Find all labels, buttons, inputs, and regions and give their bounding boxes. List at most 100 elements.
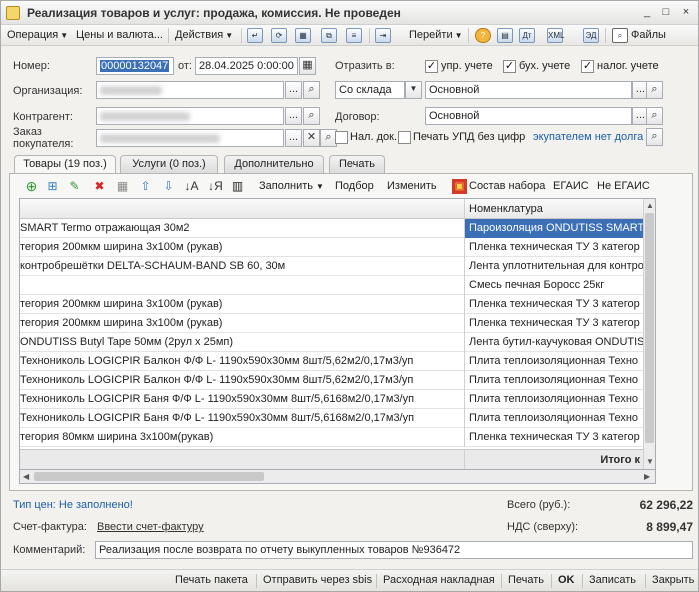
column-header-description[interactable] xyxy=(20,199,464,219)
row-nomenclature-cell[interactable]: Лента уплотнительная для контро xyxy=(464,257,644,276)
row-nomenclature-cell[interactable]: Пленка техническая ТУ 3 категор xyxy=(464,295,644,314)
table-row[interactable]: тегория 80мкм ширина 3х100м(рукав) Пленка… xyxy=(20,428,644,447)
invoice-link[interactable]: Ввести счет-фактуру xyxy=(97,521,204,533)
row-nomenclature-cell[interactable]: Пленка техническая ТУ 3 категор xyxy=(464,238,644,257)
comment-field[interactable]: Реализация после возврата по отчету выку… xyxy=(95,541,693,559)
debt-open-button[interactable]: ⌕ xyxy=(646,128,663,146)
contractor-field[interactable] xyxy=(96,107,284,125)
move-down-icon[interactable]: ⇩ xyxy=(161,179,176,194)
row-description-cell[interactable]: Технониколь LOGICPIR Балкон Ф/Ф L- 1190х… xyxy=(20,352,464,371)
add-icon[interactable]: ⊕ xyxy=(24,179,39,194)
table-row[interactable]: SMART Termo отражающая 30м2 Пароизоляция … xyxy=(20,219,644,238)
print-package-button[interactable]: Печать пакета xyxy=(175,574,248,586)
tab-additional[interactable]: Дополнительно xyxy=(224,155,324,173)
nal-doc-checkbox[interactable] xyxy=(335,131,348,144)
row-description-cell[interactable]: контробрешётки DELTA-SCHAUM-BAND SB 60, … xyxy=(20,257,464,276)
help-icon[interactable]: ? xyxy=(475,28,491,43)
row-description-cell[interactable]: тегория 200мкм ширина 3х100м (рукав) xyxy=(20,314,464,333)
table-row[interactable]: контробрешётки DELTA-SCHAUM-BAND SB 60, … xyxy=(20,257,644,276)
order-select-button[interactable]: ... xyxy=(285,129,302,147)
move-up-icon[interactable]: ⇧ xyxy=(138,179,153,194)
print-upd-checkbox[interactable] xyxy=(398,131,411,144)
set-composition-button[interactable]: Состав набора xyxy=(469,180,545,192)
pick-button[interactable]: Подбор xyxy=(335,180,374,192)
warehouse-mode-field[interactable]: Со склада xyxy=(335,81,405,99)
number-field[interactable]: 00000132047 xyxy=(96,57,174,75)
post-icon[interactable]: ↵ xyxy=(247,28,263,43)
sort-desc-icon[interactable]: ↓Я xyxy=(208,179,223,194)
row-description-cell[interactable]: Технониколь LOGICPIR Баня Ф/Ф L- 1190х59… xyxy=(20,409,464,428)
table-row[interactable]: Технониколь LOGICPIR Балкон Ф/Ф L- 1190х… xyxy=(20,352,644,371)
order-clear-button[interactable]: ✕ xyxy=(303,129,320,147)
row-nomenclature-cell[interactable]: Плита теплоизоляционная Техно xyxy=(464,352,644,371)
close-button[interactable]: Закрыть xyxy=(652,574,694,586)
table-row[interactable]: Смесь печная Боросс 25кг xyxy=(20,276,644,295)
row-description-cell[interactable]: Технониколь LOGICPIR Балкон Ф/Ф L- 1190х… xyxy=(20,371,464,390)
print-button[interactable]: Печать xyxy=(508,574,544,586)
nalog-checkbox[interactable]: ✓ xyxy=(581,60,594,73)
egais-button[interactable]: ЕГАИС xyxy=(553,180,589,192)
contractor-select-button[interactable]: ... xyxy=(285,107,302,125)
edit-icon[interactable]: ✎ xyxy=(67,179,82,194)
row-nomenclature-cell[interactable]: Пленка техническая ТУ 3 категор xyxy=(464,428,644,447)
tab-print[interactable]: Печать xyxy=(329,155,385,173)
table-row[interactable]: тегория 200мкм ширина 3х100м (рукав) Плен… xyxy=(20,295,644,314)
table-row[interactable]: Технониколь LOGICPIR Баня Ф/Ф L- 1190х59… xyxy=(20,409,644,428)
vertical-scrollbar[interactable]: ▲ ▼ xyxy=(643,199,655,469)
upr-checkbox[interactable]: ✓ xyxy=(425,60,438,73)
structure-icon[interactable]: ≡ xyxy=(346,28,362,43)
sort-asc-icon[interactable]: ↓A xyxy=(184,179,199,194)
table-row[interactable]: тегория 200мкм ширина 3х100м (рукав) Плен… xyxy=(20,238,644,257)
not-egais-button[interactable]: Не ЕГАИС xyxy=(597,180,650,192)
date-field[interactable]: 28.04.2025 0:00:00 xyxy=(195,57,298,75)
horizontal-scrollbar[interactable]: ◀ ▶ xyxy=(19,470,656,484)
minimize-button[interactable]: _ xyxy=(638,4,656,21)
contractor-open-button[interactable]: ⌕ xyxy=(303,107,320,125)
maximize-button[interactable]: □ xyxy=(657,4,675,21)
waybill-button[interactable]: Расходная накладная xyxy=(383,574,495,586)
table-row[interactable]: Технониколь LOGICPIR Балкон Ф/Ф L- 1190х… xyxy=(20,371,644,390)
order-field[interactable] xyxy=(96,129,284,147)
send-sbis-button[interactable]: Отправить через sbis xyxy=(263,574,372,586)
row-description-cell[interactable]: тегория 80мкм ширина 3х100м(рукав) xyxy=(20,428,464,447)
close-window-button[interactable]: × xyxy=(677,4,695,21)
warehouse-mode-dropdown[interactable]: ▼ xyxy=(405,81,422,99)
row-nomenclature-cell[interactable]: Смесь печная Боросс 25кг xyxy=(464,276,644,295)
warehouse-field[interactable]: Основной xyxy=(425,81,632,99)
warehouse-open-button[interactable]: ⌕ xyxy=(646,81,663,99)
organization-open-button[interactable]: ⌕ xyxy=(303,81,320,99)
row-nomenclature-cell[interactable]: Плита теплоизоляционная Техно xyxy=(464,409,644,428)
row-nomenclature-cell[interactable]: Плита теплоизоляционная Техно xyxy=(464,390,644,409)
row-description-cell[interactable]: тегория 200мкм ширина 3х100м (рукав) xyxy=(20,238,464,257)
actions-menu[interactable]: Действия ▼ xyxy=(175,27,233,44)
goto-menu[interactable]: Перейти ▼ xyxy=(409,27,463,44)
barcode-icon[interactable]: ▥ xyxy=(230,179,245,194)
tab-goods[interactable]: Товары (19 поз.) xyxy=(14,155,116,174)
row-description-cell[interactable]: тегория 200мкм ширина 3х100м (рукав) xyxy=(20,295,464,314)
operation-menu[interactable]: Операция ▼ xyxy=(7,27,68,44)
fill-menu[interactable]: Заполнить ▼ xyxy=(259,180,324,192)
set-composition-icon[interactable]: ▣ xyxy=(452,179,467,194)
row-nomenclature-cell[interactable]: Лента бутил-каучуковая ONDUTIS xyxy=(464,333,644,352)
price-type-link[interactable]: Тип цен: Не заполнено! xyxy=(13,499,133,511)
based-on-icon[interactable]: ⇥ xyxy=(375,28,391,43)
table-row[interactable]: тегория 200мкм ширина 3х100м (рукав) Плен… xyxy=(20,314,644,333)
refresh-icon[interactable]: ⟳ xyxy=(271,28,287,43)
tab-services[interactable]: Услуги (0 поз.) xyxy=(120,155,218,173)
ok-button[interactable]: OK xyxy=(558,574,575,586)
table-row[interactable]: ONDUTISS Butyl Tape 50мм (2рул х 25мп) Ле… xyxy=(20,333,644,352)
row-description-cell[interactable]: ONDUTISS Butyl Tape 50мм (2рул х 25мп) xyxy=(20,333,464,352)
end-edit-icon[interactable]: ▦ xyxy=(115,179,130,194)
save-icon[interactable]: ▦ xyxy=(295,28,311,43)
row-description-cell[interactable]: Технониколь LOGICPIR Баня Ф/Ф L- 1190х59… xyxy=(20,390,464,409)
row-description-cell[interactable]: SMART Termo отражающая 30м2 xyxy=(20,219,464,238)
change-button[interactable]: Изменить xyxy=(387,180,437,192)
row-nomenclature-cell[interactable]: Пленка техническая ТУ 3 категор xyxy=(464,314,644,333)
organization-select-button[interactable]: ... xyxy=(285,81,302,99)
copy-icon[interactable]: ⧉ xyxy=(321,28,337,43)
debt-status-link[interactable]: экупателем нет долга xyxy=(533,131,643,143)
calendar-button[interactable]: ▦ xyxy=(299,57,316,75)
movements-icon[interactable]: Дт xyxy=(519,28,535,43)
row-nomenclature-cell[interactable]: Пароизоляция ONDUTISS SMART xyxy=(464,219,644,238)
table-row[interactable]: Технониколь LOGICPIR Баня Ф/Ф L- 1190х59… xyxy=(20,390,644,409)
